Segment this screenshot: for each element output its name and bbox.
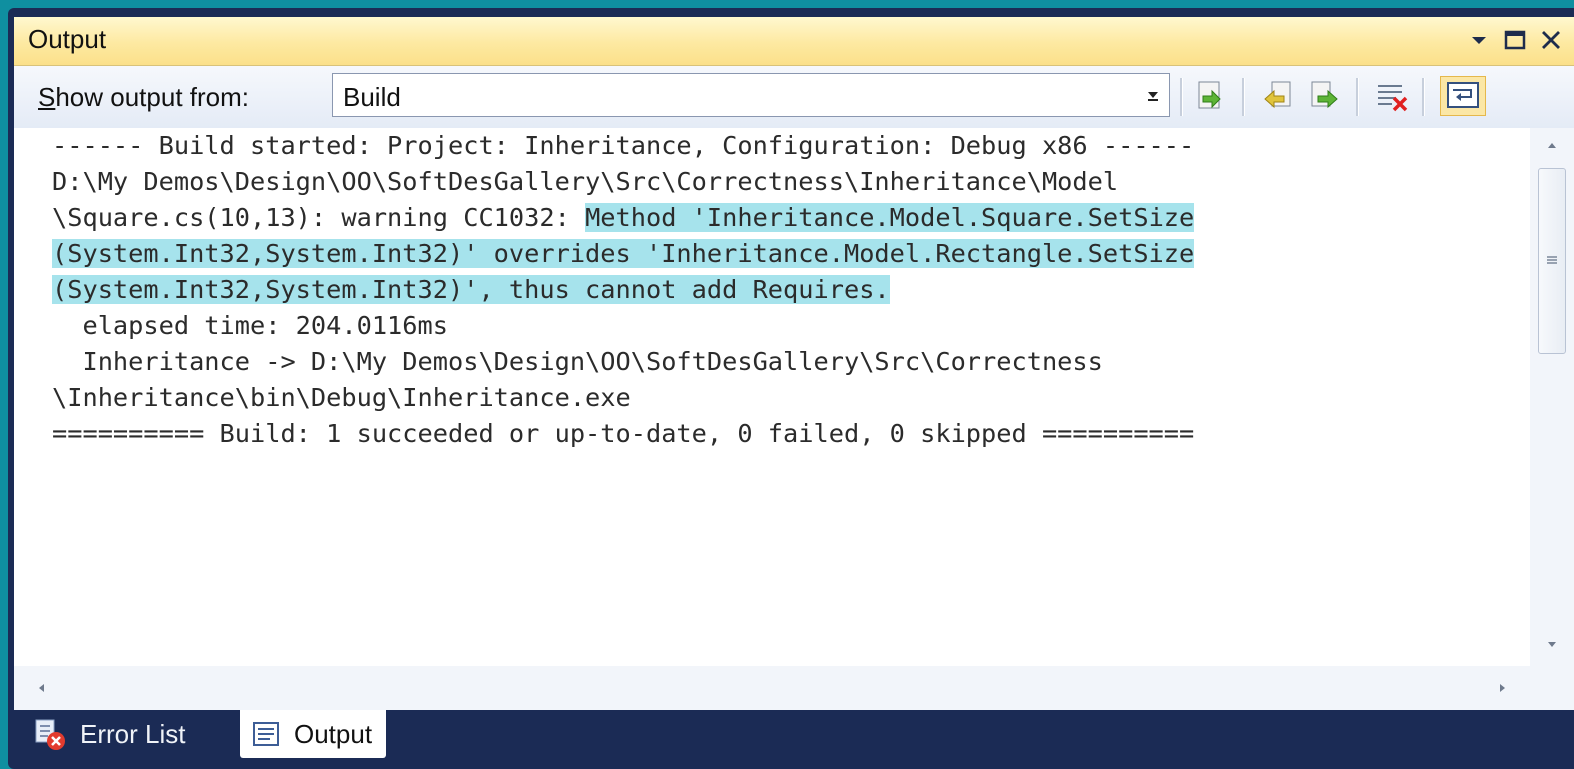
grip-icon bbox=[1547, 256, 1557, 264]
vertical-scrollbar[interactable] bbox=[1530, 128, 1574, 666]
tab-output[interactable]: Output bbox=[240, 710, 387, 758]
log-line: \Inheritance\bin\Debug\Inheritance.exe bbox=[52, 383, 631, 412]
output-icon bbox=[253, 722, 279, 746]
tool-window-tab-strip: Error List Output bbox=[14, 710, 1574, 769]
toggle-word-wrap-icon[interactable] bbox=[1440, 76, 1486, 116]
chevron-down-icon[interactable] bbox=[1137, 74, 1169, 116]
output-log: ------ Build started: Project: Inheritan… bbox=[52, 128, 1522, 452]
tab-output-label: Output bbox=[294, 718, 373, 749]
highlighted-warning: (System.Int32,System.Int32)', thus canno… bbox=[52, 275, 890, 304]
toolbar-separator bbox=[1180, 78, 1183, 116]
maximize-icon[interactable] bbox=[1500, 25, 1530, 55]
find-previous-icon[interactable] bbox=[1258, 76, 1298, 116]
horizontal-scrollbar[interactable] bbox=[14, 666, 1530, 710]
highlighted-warning: (System.Int32,System.Int32)' overrides '… bbox=[52, 239, 1195, 268]
go-to-next-message-icon[interactable] bbox=[1190, 76, 1230, 116]
show-output-from-label: Show output from: bbox=[38, 82, 249, 112]
log-line: ------ Build started: Project: Inheritan… bbox=[52, 131, 1195, 160]
close-icon[interactable] bbox=[1536, 25, 1566, 55]
log-line: D:\My Demos\Design\OO\SoftDesGallery\Src… bbox=[52, 167, 1119, 196]
clear-all-icon[interactable] bbox=[1372, 76, 1412, 116]
log-line: ========== Build: 1 succeeded or up-to-d… bbox=[52, 419, 1195, 448]
scroll-right-icon[interactable] bbox=[1494, 680, 1510, 696]
tab-error-list-label: Error List bbox=[80, 718, 186, 749]
scrollbar-corner bbox=[1530, 666, 1574, 710]
output-source-value: Build bbox=[343, 82, 401, 112]
toolbar-separator bbox=[1356, 78, 1359, 116]
log-line: \Square.cs(10,13): warning CC1032: bbox=[52, 203, 586, 232]
highlighted-warning: Method 'Inheritance.Model.Square.SetSize bbox=[585, 203, 1195, 232]
scroll-left-icon[interactable] bbox=[34, 680, 50, 696]
window-position-dropdown-icon[interactable] bbox=[1464, 25, 1494, 55]
scroll-up-icon[interactable] bbox=[1544, 138, 1560, 154]
vertical-scroll-thumb[interactable] bbox=[1538, 168, 1566, 354]
scroll-down-icon[interactable] bbox=[1544, 636, 1560, 652]
toolbar-separator bbox=[1422, 78, 1425, 116]
error-list-icon bbox=[35, 719, 65, 750]
window-title: Output bbox=[28, 24, 107, 54]
title-bar: Output bbox=[14, 17, 1574, 66]
tab-error-list[interactable]: Error List bbox=[32, 710, 185, 758]
find-next-icon[interactable] bbox=[1304, 76, 1344, 116]
log-line: Inheritance -> D:\My Demos\Design\OO\Sof… bbox=[52, 347, 1103, 376]
output-source-select[interactable]: Build bbox=[332, 73, 1170, 117]
log-line: elapsed time: 204.0116ms bbox=[52, 311, 448, 340]
toolbar-separator bbox=[1242, 78, 1245, 116]
output-text-area[interactable]: ------ Build started: Project: Inheritan… bbox=[14, 128, 1530, 666]
output-toolbar: Show output from: Build bbox=[14, 66, 1574, 128]
